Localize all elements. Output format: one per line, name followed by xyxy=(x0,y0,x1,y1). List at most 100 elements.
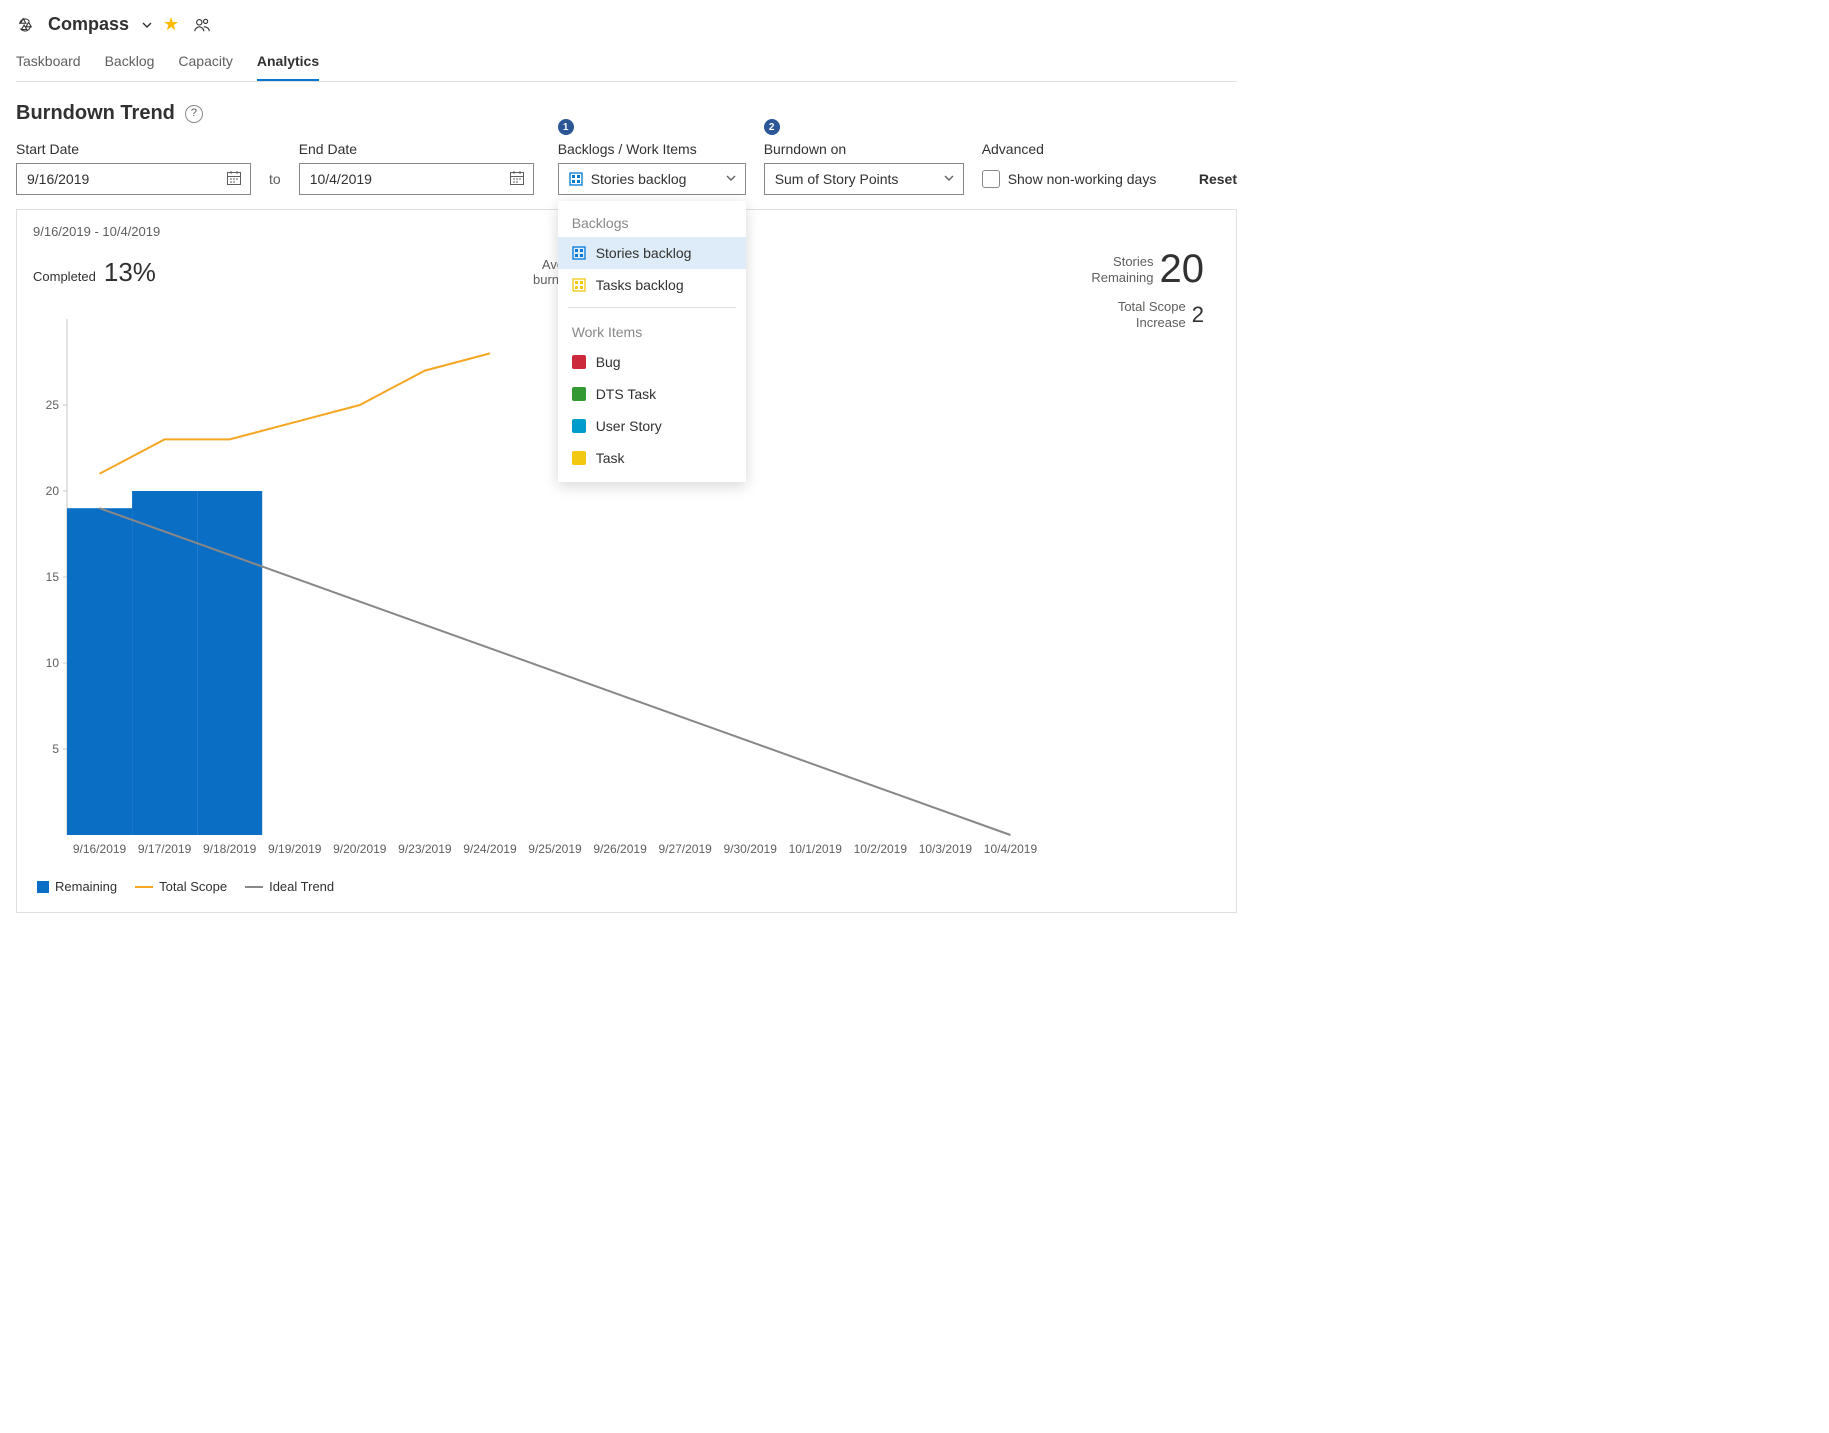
svg-text:10: 10 xyxy=(46,656,60,670)
end-date-label: End Date xyxy=(299,141,534,157)
legend-ideal-trend-label: Ideal Trend xyxy=(269,879,334,894)
legend-total-scope: Total Scope xyxy=(135,879,227,894)
stat-remaining-value: 20 xyxy=(1160,247,1205,292)
burndown-on-selected: Sum of Story Points xyxy=(775,171,899,187)
start-date-input[interactable]: 9/16/2019 xyxy=(16,163,251,195)
stat-remaining-l1: Stories xyxy=(1113,254,1153,269)
project-title[interactable]: Compass xyxy=(48,14,129,35)
svg-text:9/23/2019: 9/23/2019 xyxy=(398,842,452,856)
chart-legend: Remaining Total Scope Ideal Trend xyxy=(37,879,1220,894)
dropdown-item-label: Tasks backlog xyxy=(596,277,684,293)
svg-text:20: 20 xyxy=(46,484,60,498)
step-badge-2: 2 xyxy=(764,119,780,135)
svg-text:9/27/2019: 9/27/2019 xyxy=(658,842,712,856)
legend-ideal-trend: Ideal Trend xyxy=(245,879,334,894)
stat-remaining-l2: Remaining xyxy=(1091,270,1153,285)
burndown-on-field: 2 Burndown on Sum of Story Points xyxy=(764,141,964,195)
svg-text:9/26/2019: 9/26/2019 xyxy=(593,842,647,856)
calendar-icon xyxy=(509,170,525,189)
svg-text:9/25/2019: 9/25/2019 xyxy=(528,842,582,856)
legend-remaining: Remaining xyxy=(37,879,117,894)
legend-total-scope-swatch xyxy=(135,886,153,888)
dd-group-backlogs: Backlogs xyxy=(558,205,746,237)
backlogs-selected: Stories backlog xyxy=(591,171,687,187)
dropdown-item-bug[interactable]: Bug xyxy=(558,346,746,378)
chevron-down-icon xyxy=(943,171,955,187)
show-nonworking-checkbox[interactable] xyxy=(982,170,1000,188)
workitem-icon xyxy=(572,387,586,401)
svg-text:15: 15 xyxy=(46,570,60,584)
backlog-icon xyxy=(569,172,583,186)
start-date-label: Start Date xyxy=(16,141,251,157)
dropdown-item-label: Stories backlog xyxy=(596,245,692,261)
svg-text:25: 25 xyxy=(46,398,60,412)
favorite-star-icon[interactable]: ★ xyxy=(163,14,179,35)
stat-remaining: Stories Remaining 20 xyxy=(1091,247,1204,292)
project-header: Compass ★ xyxy=(16,12,1237,45)
backlogs-field: 1 Backlogs / Work Items Stories backlog … xyxy=(558,141,746,195)
dropdown-item-stories-backlog[interactable]: Stories backlog xyxy=(558,237,746,269)
workitem-icon xyxy=(572,419,586,433)
tab-backlog[interactable]: Backlog xyxy=(105,45,155,81)
page-title: Burndown Trend xyxy=(16,102,175,125)
dropdown-separator xyxy=(568,307,736,308)
dropdown-item-label: Task xyxy=(596,450,625,466)
backlogs-label: Backlogs / Work Items xyxy=(558,141,746,157)
stat-completed-label: Completed xyxy=(33,269,96,284)
team-icon[interactable] xyxy=(193,16,211,34)
burndown-on-dropdown[interactable]: Sum of Story Points xyxy=(764,163,964,195)
tab-capacity[interactable]: Capacity xyxy=(178,45,232,81)
svg-text:9/19/2019: 9/19/2019 xyxy=(268,842,322,856)
svg-text:10/2/2019: 10/2/2019 xyxy=(854,842,908,856)
tab-analytics[interactable]: Analytics xyxy=(257,45,319,81)
end-date-value: 10/4/2019 xyxy=(310,171,372,187)
workitem-icon xyxy=(572,355,586,369)
svg-text:9/16/2019: 9/16/2019 xyxy=(73,842,127,856)
filter-bar: Start Date 9/16/2019 to End Date 10/4/20… xyxy=(16,141,1237,195)
dropdown-item-label: DTS Task xyxy=(596,386,656,402)
dd-group-workitems: Work Items xyxy=(558,314,746,346)
svg-text:10/4/2019: 10/4/2019 xyxy=(984,842,1038,856)
legend-remaining-swatch xyxy=(37,881,49,893)
end-date-input[interactable]: 10/4/2019 xyxy=(299,163,534,195)
burndown-on-label: Burndown on xyxy=(764,141,964,157)
tab-taskboard[interactable]: Taskboard xyxy=(16,45,81,81)
reset-button[interactable]: Reset xyxy=(1199,165,1237,195)
show-nonworking-label: Show non-working days xyxy=(1008,171,1157,187)
dropdown-item-task[interactable]: Task xyxy=(558,442,746,474)
legend-total-scope-label: Total Scope xyxy=(159,879,227,894)
legend-ideal-trend-swatch xyxy=(245,886,263,888)
page-title-row: Burndown Trend ? xyxy=(16,102,1237,125)
svg-text:10/1/2019: 10/1/2019 xyxy=(789,842,843,856)
sprint-icon xyxy=(16,16,34,34)
dropdown-item-user-story[interactable]: User Story xyxy=(558,410,746,442)
step-badge-1: 1 xyxy=(558,119,574,135)
calendar-icon xyxy=(226,170,242,189)
svg-text:9/20/2019: 9/20/2019 xyxy=(333,842,387,856)
help-icon[interactable]: ? xyxy=(185,105,203,123)
end-date-field: End Date 10/4/2019 xyxy=(299,141,534,195)
backlogs-dropdown[interactable]: Stories backlog xyxy=(558,163,746,195)
svg-text:9/18/2019: 9/18/2019 xyxy=(203,842,257,856)
dropdown-item-label: Bug xyxy=(596,354,621,370)
dropdown-item-label: User Story xyxy=(596,418,662,434)
backlog-icon xyxy=(572,246,586,260)
dropdown-item-tasks-backlog[interactable]: Tasks backlog xyxy=(558,269,746,301)
workitem-icon xyxy=(572,451,586,465)
start-date-value: 9/16/2019 xyxy=(27,171,89,187)
svg-text:9/17/2019: 9/17/2019 xyxy=(138,842,192,856)
svg-text:5: 5 xyxy=(52,742,59,756)
start-date-field: Start Date 9/16/2019 xyxy=(16,141,251,195)
to-label: to xyxy=(269,171,281,195)
backlog-icon xyxy=(572,278,586,292)
legend-remaining-label: Remaining xyxy=(55,879,117,894)
svg-text:10/3/2019: 10/3/2019 xyxy=(919,842,973,856)
chevron-down-icon xyxy=(725,171,737,187)
dropdown-item-dts-task[interactable]: DTS Task xyxy=(558,378,746,410)
svg-text:9/24/2019: 9/24/2019 xyxy=(463,842,517,856)
advanced-label: Advanced xyxy=(982,141,1157,157)
project-chevron-down-icon[interactable] xyxy=(141,19,153,31)
stat-completed-value: 13% xyxy=(104,257,156,288)
advanced-field: Advanced Show non-working days xyxy=(982,141,1157,195)
pivot-tabs: Taskboard Backlog Capacity Analytics xyxy=(16,45,1237,82)
